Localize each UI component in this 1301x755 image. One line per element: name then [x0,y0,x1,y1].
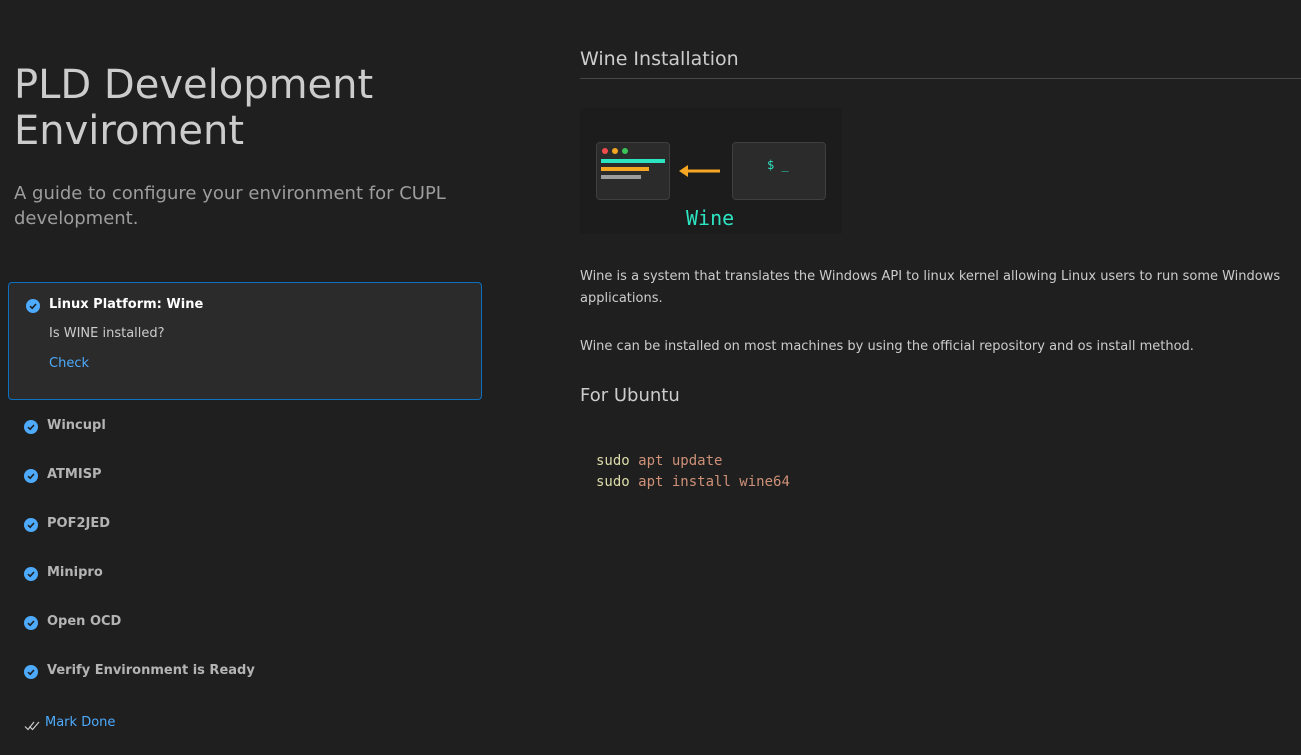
code-command: sudo [596,453,630,469]
windows-app-icon [596,142,670,200]
ubuntu-heading: For Ubuntu [580,385,680,406]
code-line: sudo apt install wine64 [596,474,790,490]
section-title: Wine Installation [580,48,1301,79]
arrow-left-icon [679,163,721,182]
window-dot-red [602,148,608,154]
step-wincupl[interactable]: Wincupl [8,412,482,442]
check-circle-icon [24,567,38,581]
window-dot-green [622,148,628,154]
step-description: Is WINE installed? [49,326,165,341]
page-subtitle: A guide to configure your environment fo… [14,183,446,229]
window-bar-teal [601,159,665,163]
description-paragraph: Wine is a system that translates the Win… [580,269,1281,306]
step-title: Wincupl [47,418,106,433]
step-title: ATMISP [47,467,102,482]
step-linux-wine[interactable]: Linux Platform: Wine Is WINE installed? … [8,282,482,400]
wine-illustration: $ _ Wine [580,108,842,234]
code-line: sudo apt update [596,453,722,469]
step-title: POF2JED [47,516,111,531]
walkthrough-sidebar: PLD Development Enviroment A guide to co… [0,0,500,755]
code-block: sudo apt update sudo apt install wine64 [580,430,1296,510]
step-title: Linux Platform: Wine [49,297,204,312]
terminal-prompt: $ _ [767,158,789,172]
step-title: Open OCD [47,614,122,629]
window-bar-orange [601,167,649,171]
window-bar-gray [601,175,641,179]
step-title: Minipro [47,565,103,580]
code-args: apt update [638,453,723,469]
double-check-icon [24,717,41,736]
check-circle-icon [24,469,38,483]
terminal-icon: $ _ [732,142,826,200]
check-circle-icon [26,299,40,313]
check-circle-icon [24,518,38,532]
window-dot-yellow [612,148,618,154]
step-verify-environment[interactable]: Verify Environment is Ready [8,657,482,687]
check-circle-icon [24,616,38,630]
step-minipro[interactable]: Minipro [8,559,482,589]
code-command: sudo [596,474,630,490]
walkthrough-page: PLD Development Enviroment A guide to co… [0,0,1301,755]
code-args: apt install wine64 [638,474,790,490]
illustration-label: Wine [686,206,735,230]
check-link[interactable]: Check [49,356,89,371]
check-circle-icon [24,665,38,679]
step-detail-pane: Wine Installation $ _ Wine Wine is a sys… [580,0,1301,755]
step-atmisp[interactable]: ATMISP [8,461,482,491]
page-title: PLD Development Enviroment [14,62,374,154]
check-circle-icon [24,420,38,434]
install-paragraph: Wine can be installed on most machines b… [580,339,1194,354]
mark-done-label: Mark Done [45,715,116,730]
step-title: Verify Environment is Ready [47,663,255,678]
step-pof2jed[interactable]: POF2JED [8,510,482,540]
step-open-ocd[interactable]: Open OCD [8,608,482,638]
